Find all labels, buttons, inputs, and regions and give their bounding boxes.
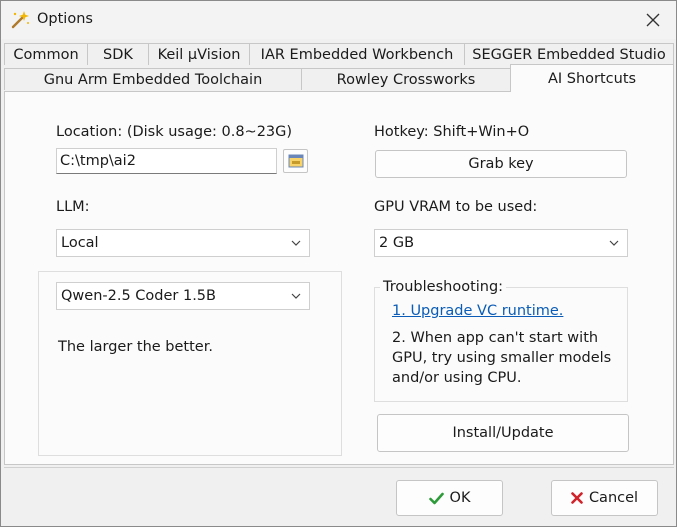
location-input[interactable]: C:\tmp\ai2 [56,148,277,174]
llm-select[interactable]: Local [56,229,310,257]
grab-key-button[interactable]: Grab key [375,150,627,178]
tab-rowley-crossworks[interactable]: Rowley Crossworks [301,68,511,90]
location-label: Location: (Disk usage: 0.8~23G) [56,124,293,140]
chevron-down-icon [291,240,301,246]
x-icon [571,492,583,504]
troubleshooting-title: Troubleshooting: [380,279,507,295]
tab-sdk[interactable]: SDK [87,43,149,65]
install-update-button[interactable]: Install/Update [377,414,629,452]
troubleshooting-line-3: and/or using CPU. [392,370,522,386]
tab-segger-embedded-studio[interactable]: SEGGER Embedded Studio [464,43,674,65]
llm-label: LLM: [56,199,90,215]
chevron-down-icon [291,293,301,299]
llm-selected-value: Local [61,235,99,251]
tab-common[interactable]: Common [4,43,88,65]
gpu-vram-selected-value: 2 GB [379,235,415,251]
ok-label: OK [449,490,471,506]
browse-button[interactable] [283,149,308,173]
tab-gnu-arm-embedded-toolchain[interactable]: Gnu Arm Embedded Toolchain [4,68,302,90]
title-bar: Options [1,1,676,39]
tab-ai-shortcuts[interactable]: AI Shortcuts [510,64,674,92]
close-button[interactable] [630,1,676,39]
model-select[interactable]: Qwen-2.5 Coder 1.5B [56,282,310,310]
magic-wand-icon [10,10,30,30]
checkmark-icon [428,492,444,504]
gpu-vram-label: GPU VRAM to be used: [374,199,538,215]
window-title: Options [37,11,93,27]
cancel-label: Cancel [588,490,639,506]
install-update-label: Install/Update [452,425,554,441]
troubleshooting-line-1: 2. When app can't start with [392,330,599,346]
model-hint: The larger the better. [58,339,213,355]
gpu-vram-select[interactable]: 2 GB [374,229,628,257]
hotkey-label: Hotkey: Shift+Win+O [374,124,530,140]
tab-keil-uvision[interactable]: Keil µVision [148,43,250,65]
options-dialog: Options Common SDK Keil µVision IAR Embe… [0,0,677,527]
footer-divider [4,467,674,468]
chevron-down-icon [609,240,619,246]
ok-button[interactable]: OK [396,480,503,516]
upgrade-vc-runtime-link[interactable]: 1. Upgrade VC runtime. [392,303,563,319]
grab-key-label: Grab key [468,156,534,172]
tab-iar-embedded-workbench[interactable]: IAR Embedded Workbench [249,43,465,65]
troubleshooting-line-2: GPU, try using smaller models [392,350,612,366]
cancel-button[interactable]: Cancel [551,480,658,516]
model-selected-value: Qwen-2.5 Coder 1.5B [61,288,216,304]
close-icon [646,13,660,27]
folder-browse-icon [288,154,303,168]
